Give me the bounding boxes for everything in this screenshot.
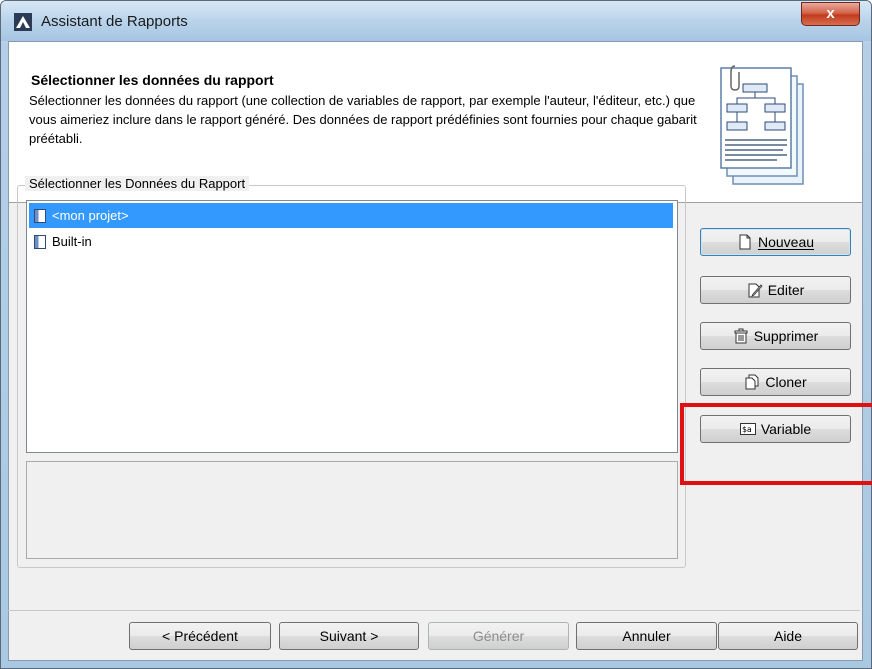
cancel-button-label: Annuler — [622, 628, 671, 644]
generate-button[interactable]: Générer — [428, 622, 569, 650]
clone-document-icon — [745, 374, 759, 390]
report-data-list[interactable]: <mon projet> Built-in — [26, 200, 678, 453]
report-documents-icon — [720, 65, 804, 185]
edit-button-label: Editer — [767, 282, 805, 298]
page-description: Sélectionner les données du rapport (une… — [29, 93, 697, 146]
trash-icon — [734, 328, 748, 344]
clone-button[interactable]: Cloner — [700, 368, 851, 396]
generate-button-label: Générer — [472, 628, 525, 644]
next-button[interactable]: Suivant > — [279, 622, 419, 650]
help-button-label: Aide — [773, 628, 803, 644]
next-button-label: Suivant > — [319, 628, 379, 644]
edit-button[interactable]: Editer — [700, 276, 851, 304]
data-source-icon — [34, 208, 46, 223]
report-wizard-icon — [14, 13, 32, 31]
previous-button-label: < Précédent — [162, 628, 238, 644]
new-button-label: Nouveau — [757, 234, 815, 250]
cancel-button[interactable]: Annuler — [576, 622, 717, 650]
window-title: Assistant de Rapports — [41, 13, 188, 30]
help-button[interactable]: Aide — [718, 622, 858, 650]
data-source-icon — [34, 234, 46, 249]
clone-button-label: Cloner — [765, 374, 807, 390]
list-item-mon-projet[interactable]: <mon projet> — [29, 203, 673, 228]
title-bar[interactable]: Assistant de Rapports x — [1, 1, 871, 41]
list-item-label: <mon projet> — [52, 208, 129, 223]
previous-button[interactable]: < Précédent — [129, 622, 271, 650]
close-button[interactable]: x — [801, 2, 860, 26]
list-item-label: Built-in — [52, 234, 92, 249]
delete-button-label: Supprimer — [753, 328, 819, 344]
list-item-built-in[interactable]: Built-in — [29, 229, 673, 254]
delete-button[interactable]: Supprimer — [700, 322, 851, 350]
edit-document-icon — [748, 283, 763, 298]
new-document-icon — [739, 234, 751, 250]
highlight-annotation — [680, 403, 872, 485]
new-button[interactable]: Nouveau — [700, 228, 851, 256]
group-label: Sélectionner les Données du Rapport — [25, 176, 250, 191]
detail-panel — [26, 461, 678, 559]
page-title: Sélectionner les données du rapport — [31, 72, 274, 88]
